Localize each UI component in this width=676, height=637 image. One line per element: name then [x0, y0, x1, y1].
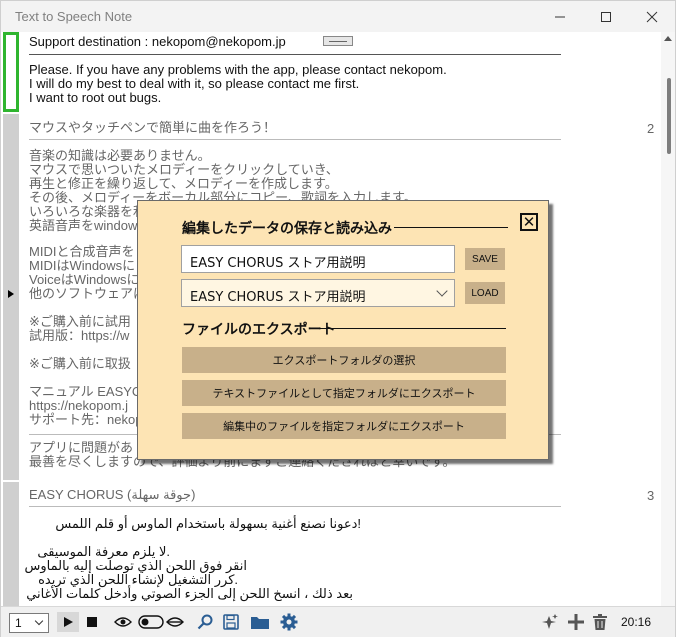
minimize-button[interactable]	[537, 1, 583, 32]
row-2-line-5: 再生と修正を繰り返して、メロディーを作成します。	[29, 176, 338, 191]
mode-toggle[interactable]	[137, 612, 165, 632]
row-2-line-11: MIDIはWindowsに	[29, 258, 136, 273]
row-1-handle-button[interactable]	[323, 36, 353, 46]
row-3-separator	[29, 506, 561, 507]
save-load-heading-rule	[394, 227, 508, 228]
add-row-button[interactable]	[566, 612, 586, 632]
chevron-down-icon	[34, 616, 44, 626]
close-button[interactable]	[629, 1, 675, 32]
app-window: Text to Speech Note Support destination …	[0, 0, 676, 637]
scroll-thumb[interactable]	[667, 78, 671, 154]
row-3-line-7: .كرر التشغيل لإنشاء اللحن الذي تريده	[38, 572, 238, 587]
toggle-icon	[138, 615, 164, 629]
row-3-line-8: بعد ذلك ، انسخ اللحن إلى الجزء الصوتي وأ…	[26, 586, 353, 601]
save-icon	[223, 614, 239, 630]
row-1-line-5: I want to root out bugs.	[29, 90, 162, 105]
open-folder-button[interactable]	[249, 612, 271, 632]
row-2-line-8: 英語音声をwindow	[29, 218, 138, 233]
row-2-separator	[29, 139, 561, 140]
row-2-line-18: ※ご購入前に取扱	[29, 356, 131, 371]
row-2-line-10: MIDIと合成音声を	[29, 244, 135, 259]
folder-icon	[251, 617, 269, 629]
row-3-line-6: انقر فوق اللحن الذي توصلت إليه بالماوس	[24, 558, 247, 573]
row-1-line-1: Support destination : nekopom@nekopom.jp	[29, 34, 286, 49]
row-2-line-7: いろいろな楽器を利	[29, 204, 147, 219]
export-heading: ファイルのエクスポート	[182, 322, 336, 338]
save-name-input[interactable]: EASY CHORUS ストア用説明	[181, 245, 455, 273]
clock-text: 20:16	[621, 615, 652, 629]
close-x-icon: ✕	[522, 213, 536, 231]
preview-button[interactable]	[113, 612, 133, 632]
row-2-line-3: 音楽の知識は必要ありません。	[29, 148, 211, 163]
row-select[interactable]: 1	[9, 613, 49, 633]
save-file-button[interactable]	[221, 612, 241, 632]
eye-icon	[114, 617, 132, 627]
current-row-arrow-icon	[8, 290, 14, 298]
row-2-number: 2	[647, 121, 655, 136]
minimize-icon	[555, 16, 565, 17]
row-1-line-3: Please. If you have any problems with th…	[29, 62, 447, 77]
save-button[interactable]: SAVE	[465, 248, 505, 270]
row-1-line-4: I will do my best to deal with it, so pl…	[29, 76, 360, 91]
row-3-line-1: EASY CHORUS (جوقة سهلة)	[29, 487, 196, 502]
stop-button[interactable]	[81, 612, 103, 632]
maximize-button[interactable]	[583, 1, 629, 32]
row-3-line-5: .لا يلزم معرفة الموسيقى	[37, 544, 170, 559]
sparkle-add-icon	[542, 614, 558, 629]
export-file-button[interactable]: 編集中のファイルを指定フォルダにエクスポート	[182, 413, 506, 439]
close-icon	[646, 11, 658, 22]
row-2-line-21: https://nekopom.j	[29, 398, 128, 413]
title-bar: Text to Speech Note	[1, 1, 675, 32]
row-2-line-13: 他のソフトウェアは	[29, 286, 147, 301]
row-2-line-12: VoiceはWindowsに	[29, 272, 140, 287]
chevron-down-icon	[436, 285, 448, 297]
play-button[interactable]	[57, 612, 79, 632]
row-3-line-3: !دعونا نصنع أغنية بسهولة باستخدام الماوس…	[55, 516, 361, 531]
add-icon	[568, 614, 584, 630]
trash-icon	[593, 614, 607, 630]
settings-icon	[280, 613, 298, 631]
row-select-value: 1	[15, 616, 22, 630]
search-icon	[197, 614, 213, 630]
bottom-toolbar: 1 20:16	[1, 606, 675, 637]
delete-row-button[interactable]	[590, 612, 610, 632]
load-file-select-value: EASY CHORUS ストア用説明	[190, 290, 366, 305]
play-icon	[64, 617, 73, 627]
row-2-line-22: サポート先：nekop	[29, 412, 143, 427]
save-load-dialog: 編集したデータの保存と読み込み ✕ EASY CHORUS ストア用説明 SAV…	[137, 200, 549, 460]
settings-button[interactable]	[278, 612, 300, 632]
vertical-scrollbar[interactable]	[661, 32, 675, 606]
hide-button[interactable]	[165, 612, 185, 632]
maximize-icon	[601, 11, 611, 22]
scroll-up-icon[interactable]	[664, 36, 672, 41]
row-2-line-24: アプリに問題があ	[29, 440, 134, 455]
load-button[interactable]: LOAD	[465, 282, 505, 304]
window-title: Text to Speech Note	[15, 9, 133, 24]
row-3-marker[interactable]	[3, 482, 19, 606]
dialog-close-button[interactable]: ✕	[520, 213, 538, 231]
export-text-button[interactable]: テキストファイルとして指定フォルダにエクスポート	[182, 380, 506, 406]
row-3-number: 3	[647, 488, 655, 503]
row-2-line-20: マニュアル EASYC	[29, 384, 142, 399]
eye-closed-icon	[166, 617, 184, 627]
load-file-select[interactable]: EASY CHORUS ストア用説明	[181, 279, 455, 307]
row-1-separator	[29, 54, 561, 55]
stop-icon	[87, 617, 97, 627]
save-load-heading: 編集したデータの保存と読み込み	[182, 221, 392, 237]
export-folder-button[interactable]: エクスポートフォルダの選択	[182, 347, 506, 373]
row-2-line-4: マウスで思いついたメロディーをクリックしていき、	[29, 162, 339, 177]
row-1-marker-inner	[6, 35, 16, 109]
row-2-line-1: マウスやタッチペンで簡単に曲を作ろう！	[29, 120, 277, 135]
row-2-line-15: ※ご購入前に試用	[29, 314, 131, 329]
search-button[interactable]	[195, 612, 215, 632]
add-with-effect-button[interactable]	[539, 612, 561, 632]
export-heading-rule	[320, 328, 506, 329]
row-2-line-16: 試用版：https://w	[29, 328, 130, 343]
